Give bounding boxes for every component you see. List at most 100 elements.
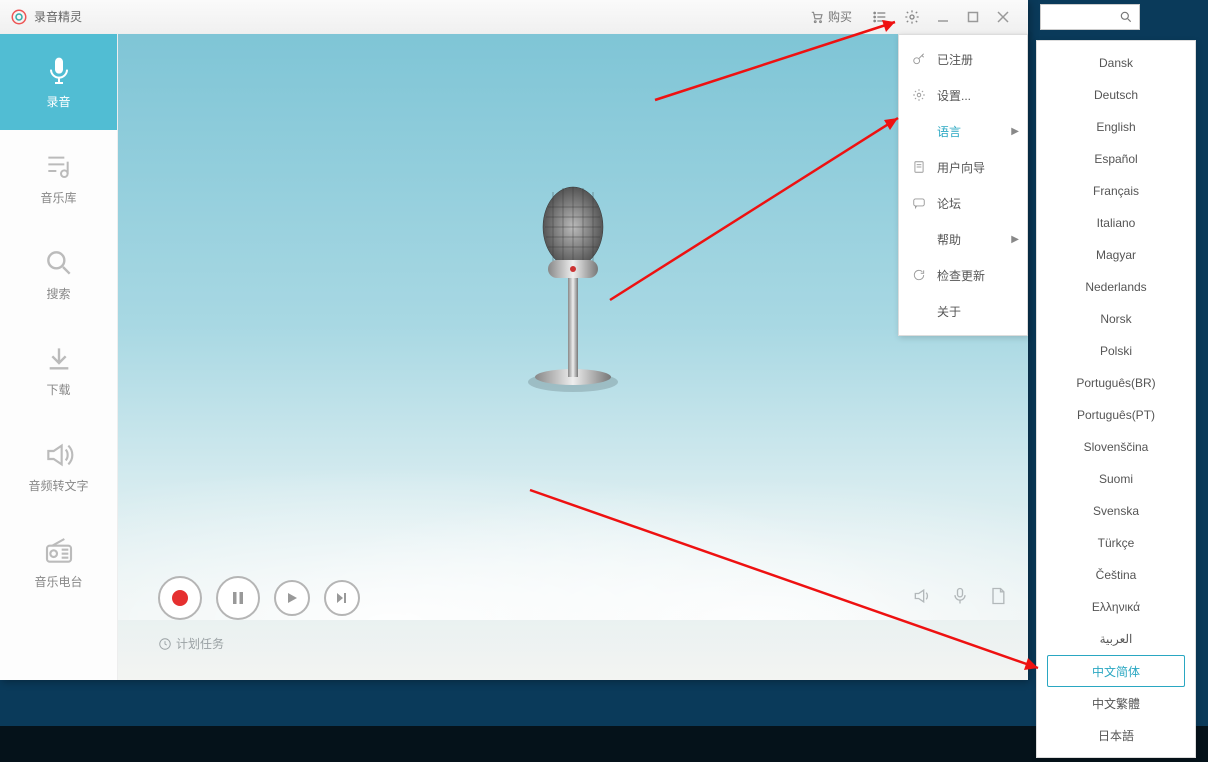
schedule-task-button[interactable]: 计划任务 xyxy=(158,635,224,652)
menu-item-label: 检查更新 xyxy=(937,267,985,284)
language-item[interactable]: Ελληνικά xyxy=(1047,591,1185,623)
language-item[interactable]: Suomi xyxy=(1047,463,1185,495)
refresh-icon xyxy=(911,267,927,283)
mic-small-icon xyxy=(950,586,970,606)
menu-item-update[interactable]: 检查更新 xyxy=(899,257,1027,293)
gear-icon xyxy=(904,9,920,25)
speaker-icon xyxy=(43,439,75,471)
maximize-icon xyxy=(967,11,979,23)
app-window: 录音精灵 购买 录音 音乐库 搜 xyxy=(0,0,1028,680)
volume-icon xyxy=(912,586,932,606)
menu-item-label: 论坛 xyxy=(937,195,961,212)
play-button[interactable] xyxy=(274,580,310,616)
pause-icon xyxy=(231,591,245,605)
music-icon xyxy=(43,151,75,183)
menu-item-label: 已注册 xyxy=(937,51,973,68)
language-item[interactable]: Polski xyxy=(1047,335,1185,367)
titlebar: 录音精灵 购买 xyxy=(0,0,1028,34)
menu-item-guide[interactable]: 用户向导 xyxy=(899,149,1027,185)
sidebar-item-search[interactable]: 搜索 xyxy=(0,226,117,322)
schedule-label: 计划任务 xyxy=(176,635,224,652)
language-item[interactable]: Português(BR) xyxy=(1047,367,1185,399)
record-button[interactable] xyxy=(158,576,202,620)
main-area: 计划任务 xyxy=(118,34,1028,680)
sidebar-item-record[interactable]: 录音 xyxy=(0,34,117,130)
language-menu: DanskDeutschEnglishEspañolFrançaisItalia… xyxy=(1036,40,1196,758)
language-item[interactable]: العربية xyxy=(1047,623,1185,655)
chevron-right-icon: ▶ xyxy=(1011,234,1019,245)
language-item[interactable]: Norsk xyxy=(1047,303,1185,335)
menu-item-label: 设置... xyxy=(937,87,971,104)
language-item[interactable]: Español xyxy=(1047,143,1185,175)
microphone-illustration xyxy=(508,182,638,402)
language-item[interactable]: Svenska xyxy=(1047,495,1185,527)
gear-icon xyxy=(911,87,927,103)
right-icons xyxy=(912,586,1008,611)
file-icon xyxy=(988,586,1008,606)
minimize-icon xyxy=(937,11,949,23)
language-item[interactable]: Dansk xyxy=(1047,47,1185,79)
list-icon xyxy=(872,9,888,25)
language-item[interactable]: 中文繁體 xyxy=(1047,687,1185,719)
volume-button[interactable] xyxy=(912,586,932,611)
mic-icon xyxy=(43,55,75,87)
menu-item-label: 用户向导 xyxy=(937,159,985,176)
sidebar-item-label: 音频转文字 xyxy=(28,477,88,494)
menu-item-help[interactable]: 帮助 ▶ xyxy=(899,221,1027,257)
maximize-button[interactable] xyxy=(964,8,982,26)
sidebar-item-label: 录音 xyxy=(46,93,70,110)
language-item[interactable]: Português(PT) xyxy=(1047,399,1185,431)
search-icon xyxy=(1119,10,1133,24)
menu-item-settings[interactable]: 设置... xyxy=(899,77,1027,113)
clock-icon xyxy=(158,637,172,651)
chat-icon xyxy=(911,195,927,211)
language-item[interactable]: Čeština xyxy=(1047,559,1185,591)
app-logo-icon xyxy=(10,8,28,26)
close-icon xyxy=(997,11,1009,23)
play-icon xyxy=(286,592,298,604)
menu-item-forum[interactable]: 论坛 xyxy=(899,185,1027,221)
sidebar-item-label: 下载 xyxy=(46,381,70,398)
sidebar-item-transcribe[interactable]: 音频转文字 xyxy=(0,418,117,514)
menu-item-label: 关于 xyxy=(937,303,961,320)
radio-icon xyxy=(43,535,75,567)
format-button[interactable] xyxy=(988,586,1008,611)
menu-item-label: 语言 xyxy=(937,123,961,140)
language-item[interactable]: 中文简体 xyxy=(1047,655,1185,687)
language-item[interactable]: Nederlands xyxy=(1047,271,1185,303)
language-item[interactable]: English xyxy=(1047,111,1185,143)
minimize-button[interactable] xyxy=(934,8,952,26)
next-button[interactable] xyxy=(324,580,360,616)
sidebar-item-download[interactable]: 下载 xyxy=(0,322,117,418)
menu-item-registered[interactable]: 已注册 xyxy=(899,41,1027,77)
next-icon xyxy=(336,592,348,604)
doc-icon xyxy=(911,159,927,175)
menu-item-language[interactable]: 语言 ▶ xyxy=(899,113,1027,149)
record-dot-icon xyxy=(172,590,188,606)
search-box[interactable] xyxy=(1040,4,1140,30)
language-item[interactable]: Türkçe xyxy=(1047,527,1185,559)
search-icon xyxy=(43,247,75,279)
pause-button[interactable] xyxy=(216,576,260,620)
language-item[interactable]: Deutsch xyxy=(1047,79,1185,111)
language-item[interactable]: Slovenščina xyxy=(1047,431,1185,463)
sidebar-item-label: 音乐电台 xyxy=(34,573,82,590)
language-item[interactable]: Italiano xyxy=(1047,207,1185,239)
list-button[interactable] xyxy=(870,7,890,27)
chevron-right-icon: ▶ xyxy=(1011,126,1019,137)
mic-settings-button[interactable] xyxy=(950,586,970,611)
key-icon xyxy=(911,51,927,67)
sidebar-item-library[interactable]: 音乐库 xyxy=(0,130,117,226)
sidebar-item-label: 搜索 xyxy=(46,285,70,302)
sidebar-item-radio[interactable]: 音乐电台 xyxy=(0,514,117,610)
buy-button[interactable]: 购买 xyxy=(810,8,852,25)
language-item[interactable]: 日本語 xyxy=(1047,719,1185,751)
app-title: 录音精灵 xyxy=(34,8,82,25)
controls-bar xyxy=(158,576,1008,620)
language-item[interactable]: Magyar xyxy=(1047,239,1185,271)
settings-button[interactable] xyxy=(902,7,922,27)
menu-item-about[interactable]: 关于 xyxy=(899,293,1027,329)
close-button[interactable] xyxy=(994,8,1012,26)
cart-icon xyxy=(810,10,824,24)
language-item[interactable]: Français xyxy=(1047,175,1185,207)
